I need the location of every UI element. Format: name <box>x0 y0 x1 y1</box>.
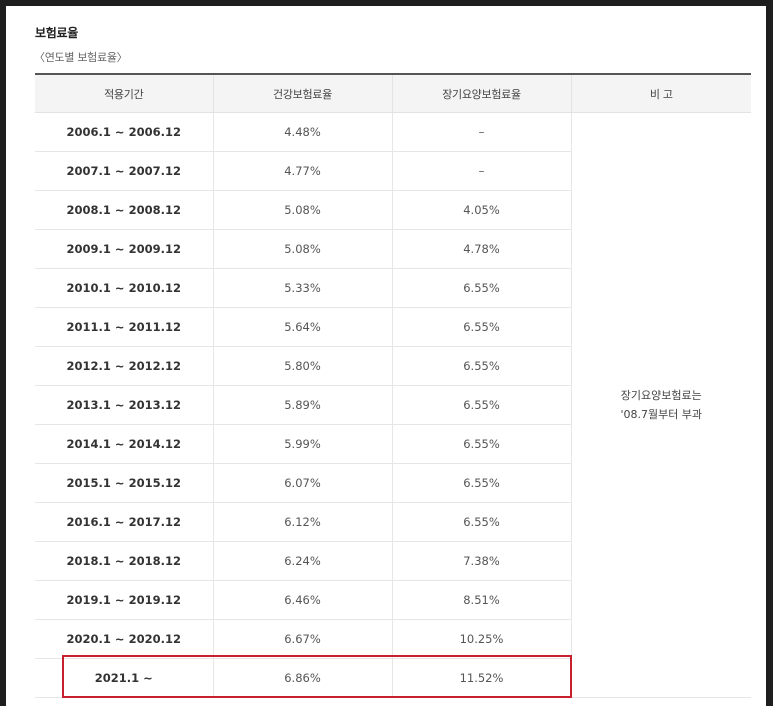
health-rate-cell: 6.07% <box>212 463 392 503</box>
table-caption: 〈연도별 보험료율〉 <box>34 51 128 64</box>
ltc-rate-cell: 6.55% <box>391 463 571 503</box>
header-health-rate: 건강보험료율 <box>212 74 392 113</box>
period-cell: 2016.1 ~ 2017.12 <box>35 502 213 542</box>
header-row: 적용기간 건강보험료율 장기요양보험료율 비 고 <box>35 74 751 113</box>
period-cell: 2021.1 ~ <box>35 658 213 698</box>
health-rate-cell: 5.89% <box>212 385 392 425</box>
health-rate-cell: 5.99% <box>212 424 392 464</box>
period-cell: 2011.1 ~ 2011.12 <box>35 307 213 347</box>
period-cell: 2019.1 ~ 2019.12 <box>35 580 213 620</box>
ltc-rate-cell: – <box>391 112 571 152</box>
period-cell: 2007.1 ~ 2007.12 <box>35 151 213 191</box>
ltc-rate-cell: 4.78% <box>391 229 571 269</box>
period-cell: 2018.1 ~ 2018.12 <box>35 541 213 581</box>
ltc-rate-cell: 6.55% <box>391 424 571 464</box>
section-title: 보험료율 <box>35 26 78 40</box>
ltc-rate-cell: – <box>391 151 571 191</box>
period-cell: 2010.1 ~ 2010.12 <box>35 268 213 308</box>
ltc-rate-cell: 4.05% <box>391 190 571 230</box>
ltc-rate-cell: 6.55% <box>391 502 571 542</box>
health-rate-cell: 6.67% <box>212 619 392 659</box>
health-rate-cell: 6.24% <box>212 541 392 581</box>
ltc-rate-cell: 11.52% <box>391 658 571 698</box>
health-rate-cell: 5.64% <box>212 307 392 347</box>
ltc-rate-cell: 7.38% <box>391 541 571 581</box>
period-cell: 2020.1 ~ 2020.12 <box>35 619 213 659</box>
health-rate-cell: 6.86% <box>212 658 392 698</box>
period-cell: 2012.1 ~ 2012.12 <box>35 346 213 386</box>
remarks-line-2: '08.7월부터 부과 <box>620 408 703 421</box>
health-rate-cell: 5.08% <box>212 229 392 269</box>
remarks-line-1: 장기요양보험료는 <box>620 389 702 402</box>
insurance-rate-table: 적용기간 건강보험료율 장기요양보험료율 비 고 2006.1 ~ 2006.1… <box>35 73 751 698</box>
header-remarks: 비 고 <box>570 74 751 113</box>
header-ltc-rate: 장기요양보험료율 <box>391 74 571 113</box>
content-panel: 보험료율 〈연도별 보험료율〉 적용기간 건강보험료율 장기요양보험료율 비 고… <box>6 6 766 706</box>
health-rate-cell: 5.33% <box>212 268 392 308</box>
health-rate-cell: 6.46% <box>212 580 392 620</box>
header-period: 적용기간 <box>35 74 213 113</box>
health-rate-cell: 5.80% <box>212 346 392 386</box>
ltc-rate-cell: 6.55% <box>391 268 571 308</box>
health-rate-cell: 4.77% <box>212 151 392 191</box>
ltc-rate-cell: 8.51% <box>391 580 571 620</box>
health-rate-cell: 4.48% <box>212 112 392 152</box>
health-rate-cell: 6.12% <box>212 502 392 542</box>
ltc-rate-cell: 6.55% <box>391 346 571 386</box>
period-cell: 2008.1 ~ 2008.12 <box>35 190 213 230</box>
table-row: 2006.1 ~ 2006.12 4.48% – 장기요양보험료는 '08.7월부터 부… <box>35 112 751 698</box>
ltc-rate-cell: 6.55% <box>391 307 571 347</box>
remarks-cell: 장기요양보험료는 '08.7월부터 부과 <box>570 112 751 698</box>
ltc-rate-cell: 6.55% <box>391 385 571 425</box>
health-rate-cell: 5.08% <box>212 190 392 230</box>
ltc-rate-cell: 10.25% <box>391 619 571 659</box>
period-cell: 2009.1 ~ 2009.12 <box>35 229 213 269</box>
period-cell: 2006.1 ~ 2006.12 <box>35 112 213 152</box>
period-cell: 2013.1 ~ 2013.12 <box>35 385 213 425</box>
period-cell: 2015.1 ~ 2015.12 <box>35 463 213 503</box>
period-cell: 2014.1 ~ 2014.12 <box>35 424 213 464</box>
